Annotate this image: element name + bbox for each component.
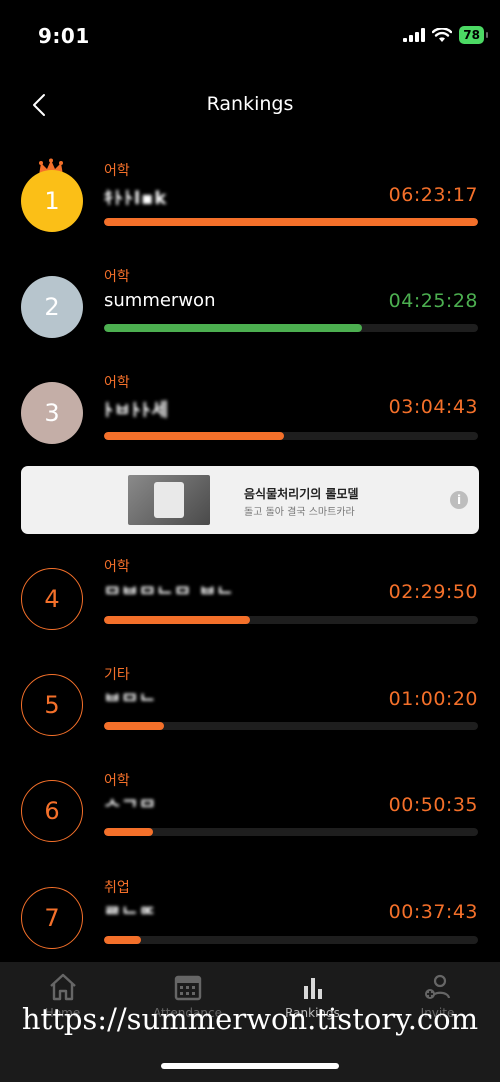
category-label: 어학 <box>104 773 130 789</box>
ranking-row-6[interactable]: 6 어학 ᄉᄀᄆ 00:50:35 <box>0 760 500 860</box>
info-icon[interactable]: i <box>450 491 468 509</box>
status-icons: 78 <box>403 26 488 44</box>
progress-fill <box>104 722 164 730</box>
ranking-row-2[interactable]: 2 어학 summerwon 04:25:28 <box>0 256 500 356</box>
home-icon <box>49 973 76 1001</box>
progress-fill <box>104 218 478 226</box>
ad-title: 음식물처리기의 롤모델 <box>244 487 359 501</box>
study-time: 01:00:20 <box>388 688 478 710</box>
watermark-text: https://summerwon.tistory.com <box>21 1002 479 1036</box>
ranking-row-1[interactable]: 1 어학 ｷﾄﾄl▪k 06:23:17 <box>0 150 500 250</box>
rank-badge: 4 <box>21 568 83 630</box>
rank-badge: 7 <box>21 887 83 949</box>
ad-subtitle: 돌고 돌아 결국 스마트카라 <box>244 507 355 518</box>
home-indicator <box>161 1063 339 1069</box>
user-name: ᄉᄀᄆ <box>104 798 157 819</box>
user-name: ｷﾄﾄl▪k <box>104 188 168 209</box>
rank-badge: 6 <box>21 780 83 842</box>
calendar-icon <box>174 975 201 1001</box>
study-time: 03:04:43 <box>388 396 478 418</box>
progress-fill <box>104 936 142 944</box>
page-title: Rankings <box>206 93 294 115</box>
category-label: 어학 <box>104 269 130 285</box>
progress-bar <box>104 722 478 730</box>
ranking-row-3[interactable]: 3 어학 ﾄㅂﾄﾄ세 03:04:43 <box>0 362 500 462</box>
user-name: summerwon <box>104 290 216 311</box>
category-label: 취업 <box>104 880 130 896</box>
battery-icon: 78 <box>459 26 488 44</box>
ranking-row-5[interactable]: 5 기타 ᄇᄆᄂ 01:00:20 <box>0 654 500 754</box>
ranking-row-7[interactable]: 7 취업 ᄅᄂᄆᄃ 00:37:43 <box>0 866 500 966</box>
study-time: 04:25:28 <box>388 290 478 312</box>
rank-badge: 2 <box>21 276 83 338</box>
status-bar: 9:01 78 <box>0 0 500 72</box>
progress-bar <box>104 218 478 226</box>
category-label: 어학 <box>104 559 130 575</box>
user-name: ᄅᄂᄆᄃ <box>104 905 157 926</box>
progress-bar <box>104 828 478 836</box>
study-time: 02:29:50 <box>388 581 478 603</box>
progress-fill <box>104 324 363 332</box>
progress-bar <box>104 936 478 944</box>
category-label: 기타 <box>104 667 130 683</box>
signal-icon <box>403 28 426 42</box>
category-label: 어학 <box>104 375 130 391</box>
progress-bar <box>104 432 478 440</box>
progress-bar <box>104 324 478 332</box>
progress-fill <box>104 828 153 836</box>
progress-bar <box>104 616 478 624</box>
rank-badge: 3 <box>21 382 83 444</box>
user-name: ﾄㅂﾄﾄ세 <box>104 400 170 421</box>
bar-chart-icon <box>303 978 322 999</box>
ad-image <box>128 475 210 525</box>
user-name: ᄇᄆᄂ <box>104 692 157 713</box>
progress-fill <box>104 616 250 624</box>
study-time: 06:23:17 <box>388 184 478 206</box>
progress-fill <box>104 432 284 440</box>
study-time: 00:37:43 <box>388 901 478 923</box>
wifi-icon <box>432 27 453 42</box>
category-label: 어학 <box>104 163 130 179</box>
rank-badge: 1 <box>21 170 83 232</box>
product-image <box>154 482 184 518</box>
navigation-bar: Rankings <box>0 82 500 128</box>
status-time: 9:01 <box>38 24 90 48</box>
rank-badge: 5 <box>21 674 83 736</box>
ad-banner[interactable]: 음식물처리기의 롤모델 돌고 돌아 결국 스마트카라 i <box>21 466 479 534</box>
add-person-icon <box>424 974 450 999</box>
user-name: ᄆᄇᄆᄂᄆ ᄇᄂ <box>104 585 235 606</box>
study-time: 00:50:35 <box>388 794 478 816</box>
ranking-row-4[interactable]: 4 어학 ᄆᄇᄆᄂᄆ ᄇᄂ 02:29:50 <box>0 548 500 648</box>
